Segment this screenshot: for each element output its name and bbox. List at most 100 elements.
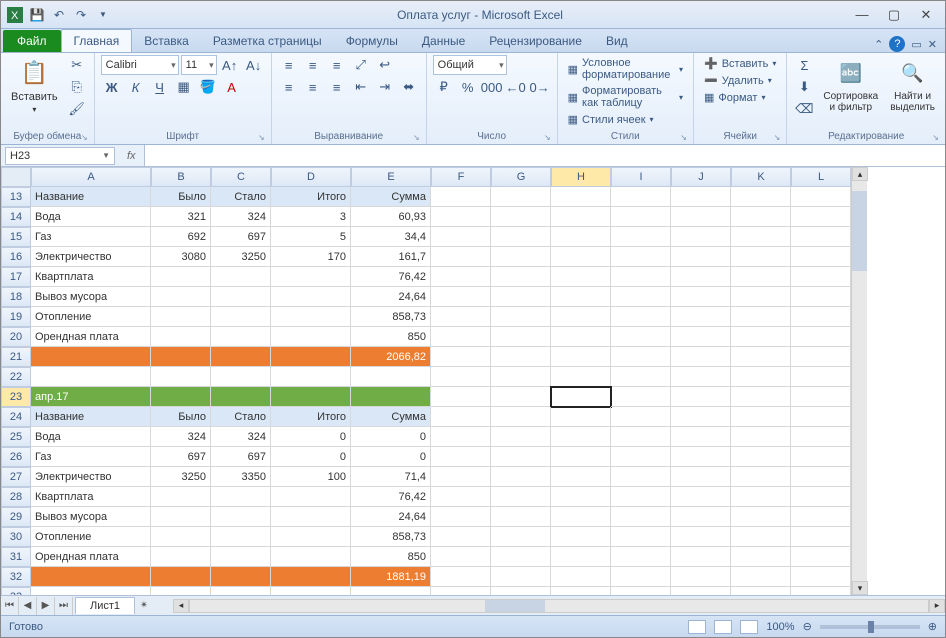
- cell[interactable]: Название: [31, 187, 151, 207]
- cell[interactable]: [731, 207, 791, 227]
- cell[interactable]: [611, 527, 671, 547]
- cell[interactable]: 3250: [211, 247, 271, 267]
- cell[interactable]: [491, 387, 551, 407]
- cell[interactable]: [551, 267, 611, 287]
- cell[interactable]: [151, 387, 211, 407]
- cell[interactable]: [151, 307, 211, 327]
- select-all-corner[interactable]: [1, 167, 31, 187]
- cell[interactable]: Газ: [31, 227, 151, 247]
- formula-input[interactable]: [144, 145, 945, 166]
- cell[interactable]: [431, 207, 491, 227]
- col-header[interactable]: A: [31, 167, 151, 187]
- workbook-close-icon[interactable]: ✕: [928, 38, 937, 51]
- cell[interactable]: Итого: [271, 187, 351, 207]
- cell[interactable]: [791, 527, 851, 547]
- cut-icon[interactable]: ✂: [66, 55, 88, 75]
- cell[interactable]: 161,7: [351, 247, 431, 267]
- wrap-text-icon[interactable]: ↩: [374, 55, 396, 75]
- cell[interactable]: [491, 407, 551, 427]
- tab-view[interactable]: Вид: [594, 30, 640, 52]
- cell[interactable]: [731, 387, 791, 407]
- format-painter-icon[interactable]: 🖌: [66, 99, 88, 119]
- cell[interactable]: [731, 467, 791, 487]
- cell[interactable]: 0: [271, 427, 351, 447]
- cell[interactable]: [791, 427, 851, 447]
- cell[interactable]: [211, 327, 271, 347]
- clear-icon[interactable]: ⌫: [793, 99, 815, 119]
- cell[interactable]: [791, 467, 851, 487]
- row-header[interactable]: 15: [1, 227, 31, 247]
- cell[interactable]: 0: [271, 447, 351, 467]
- cell[interactable]: 697: [151, 447, 211, 467]
- cell[interactable]: [211, 527, 271, 547]
- cell[interactable]: [611, 307, 671, 327]
- align-top-icon[interactable]: ≡: [278, 55, 300, 75]
- increase-indent-icon[interactable]: ⇥: [374, 77, 396, 97]
- increase-decimal-icon[interactable]: ←0: [505, 77, 527, 97]
- cell[interactable]: [551, 587, 611, 595]
- next-sheet-icon[interactable]: ▶: [37, 597, 55, 615]
- cell[interactable]: [431, 367, 491, 387]
- paste-button[interactable]: 📋 Вставить ▾: [7, 55, 62, 116]
- first-sheet-icon[interactable]: ⏮: [1, 597, 19, 615]
- align-center-icon[interactable]: ≡: [302, 77, 324, 97]
- cell[interactable]: [351, 367, 431, 387]
- cell[interactable]: 24,64: [351, 287, 431, 307]
- cell[interactable]: [31, 587, 151, 595]
- row-header[interactable]: 32: [1, 567, 31, 587]
- cell[interactable]: [671, 207, 731, 227]
- cell[interactable]: [791, 187, 851, 207]
- cell[interactable]: [671, 247, 731, 267]
- cell[interactable]: [551, 567, 611, 587]
- cell[interactable]: [271, 387, 351, 407]
- cell[interactable]: [611, 467, 671, 487]
- cell[interactable]: Орендная плата: [31, 547, 151, 567]
- cell[interactable]: [491, 227, 551, 247]
- tab-page-layout[interactable]: Разметка страницы: [201, 30, 334, 52]
- cell[interactable]: Отопление: [31, 307, 151, 327]
- cell[interactable]: [791, 567, 851, 587]
- cell[interactable]: 0: [351, 427, 431, 447]
- normal-view-icon[interactable]: [688, 620, 706, 634]
- cell[interactable]: [491, 567, 551, 587]
- row-header[interactable]: 28: [1, 487, 31, 507]
- cell[interactable]: [671, 267, 731, 287]
- cell[interactable]: 0: [351, 447, 431, 467]
- cell[interactable]: [431, 327, 491, 347]
- cell[interactable]: [271, 347, 351, 367]
- cell[interactable]: Было: [151, 187, 211, 207]
- row-header[interactable]: 33: [1, 587, 31, 595]
- cell[interactable]: [271, 507, 351, 527]
- cell[interactable]: Вывоз мусора: [31, 507, 151, 527]
- cell[interactable]: [551, 467, 611, 487]
- cell[interactable]: [611, 547, 671, 567]
- cell[interactable]: [431, 227, 491, 247]
- cell[interactable]: [551, 487, 611, 507]
- merge-icon[interactable]: ⬌: [398, 77, 420, 97]
- cell[interactable]: [151, 267, 211, 287]
- cell[interactable]: [611, 487, 671, 507]
- last-sheet-icon[interactable]: ⏭: [55, 597, 73, 615]
- cell[interactable]: [271, 587, 351, 595]
- cell[interactable]: [731, 447, 791, 467]
- tab-review[interactable]: Рецензирование: [477, 30, 594, 52]
- font-color-icon[interactable]: A: [221, 77, 243, 97]
- cell[interactable]: [671, 527, 731, 547]
- insert-cells-button[interactable]: ➕Вставить▾: [700, 55, 780, 72]
- autosum-icon[interactable]: Σ: [793, 55, 815, 75]
- cell[interactable]: [551, 327, 611, 347]
- maximize-button[interactable]: ▢: [879, 5, 909, 25]
- cell[interactable]: [431, 187, 491, 207]
- row-header[interactable]: 27: [1, 467, 31, 487]
- cell[interactable]: [611, 587, 671, 595]
- cell[interactable]: [671, 367, 731, 387]
- delete-cells-button[interactable]: ➖Удалить▾: [700, 72, 776, 89]
- cell[interactable]: [551, 407, 611, 427]
- cell[interactable]: [431, 287, 491, 307]
- cell[interactable]: [731, 267, 791, 287]
- cell[interactable]: [551, 187, 611, 207]
- cell[interactable]: Вода: [31, 207, 151, 227]
- cell[interactable]: [791, 287, 851, 307]
- cell[interactable]: [491, 327, 551, 347]
- row-header[interactable]: 19: [1, 307, 31, 327]
